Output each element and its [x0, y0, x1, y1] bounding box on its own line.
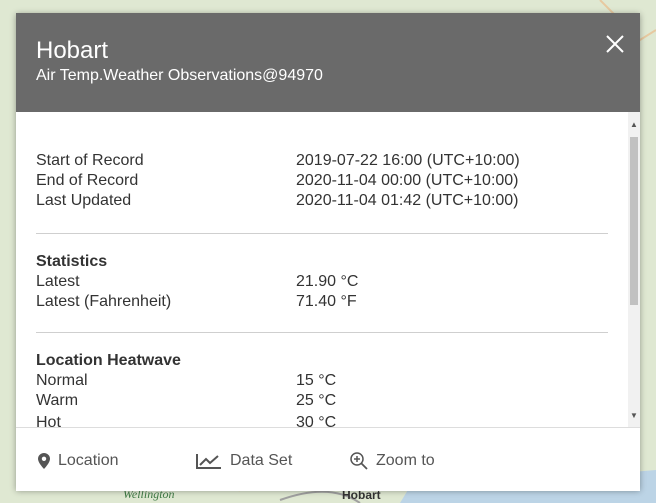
- location-button[interactable]: Location: [38, 452, 119, 470]
- latest-value: 21.90 °C: [296, 273, 359, 290]
- start-of-record-label: Start of Record: [36, 152, 144, 169]
- line-chart-icon: [196, 454, 221, 469]
- latest-fahrenheit-label: Latest (Fahrenheit): [36, 293, 172, 310]
- latest-label: Latest: [36, 273, 80, 290]
- info-popup: Hobart Air Temp.Weather Observations@949…: [16, 13, 640, 491]
- popup-subtitle: Air Temp.Weather Observations@94970: [36, 67, 323, 84]
- hot-label: Hot: [36, 414, 61, 427]
- popup-body[interactable]: Start of Record 2019-07-22 16:00 (UTC+10…: [16, 112, 628, 427]
- warm-value: 25 °C: [296, 392, 337, 409]
- last-updated-label: Last Updated: [36, 192, 132, 209]
- scrollbar-thumb[interactable]: [630, 137, 638, 305]
- latest-fahrenheit-value: 71.40 °F: [296, 293, 357, 310]
- map-pin-icon: [38, 453, 50, 469]
- statistics-heading: Statistics: [36, 253, 108, 270]
- zoom-to-button[interactable]: Zoom to: [350, 452, 435, 470]
- popup-footer: Location Data Set Zoom to: [16, 427, 640, 491]
- heatwave-heading: Location Heatwave: [36, 352, 181, 369]
- popup-scrollbar[interactable]: ▲ ▼: [628, 112, 640, 427]
- normal-label: Normal: [36, 372, 88, 389]
- close-icon[interactable]: [604, 33, 626, 55]
- hot-value: 30 °C: [296, 414, 337, 427]
- normal-value: 15 °C: [296, 372, 337, 389]
- data-set-label: Data Set: [230, 452, 293, 469]
- zoom-to-label: Zoom to: [376, 452, 435, 469]
- end-of-record-label: End of Record: [36, 172, 139, 189]
- location-label: Location: [58, 452, 119, 469]
- end-of-record-value: 2020-11-04 00:00 (UTC+10:00): [296, 172, 519, 189]
- popup-header: Hobart Air Temp.Weather Observations@949…: [16, 13, 640, 112]
- section-divider: [36, 233, 608, 234]
- zoom-in-icon: [350, 452, 368, 470]
- section-divider: [36, 332, 608, 333]
- last-updated-value: 2020-11-04 01:42 (UTC+10:00): [296, 192, 519, 209]
- data-set-button[interactable]: Data Set: [196, 452, 292, 470]
- scroll-up-arrow[interactable]: ▲: [628, 118, 640, 132]
- popup-title: Hobart: [36, 37, 109, 64]
- warm-label: Warm: [36, 392, 79, 409]
- start-of-record-value: 2019-07-22 16:00 (UTC+10:00): [296, 152, 520, 169]
- scroll-down-arrow[interactable]: ▼: [628, 409, 640, 423]
